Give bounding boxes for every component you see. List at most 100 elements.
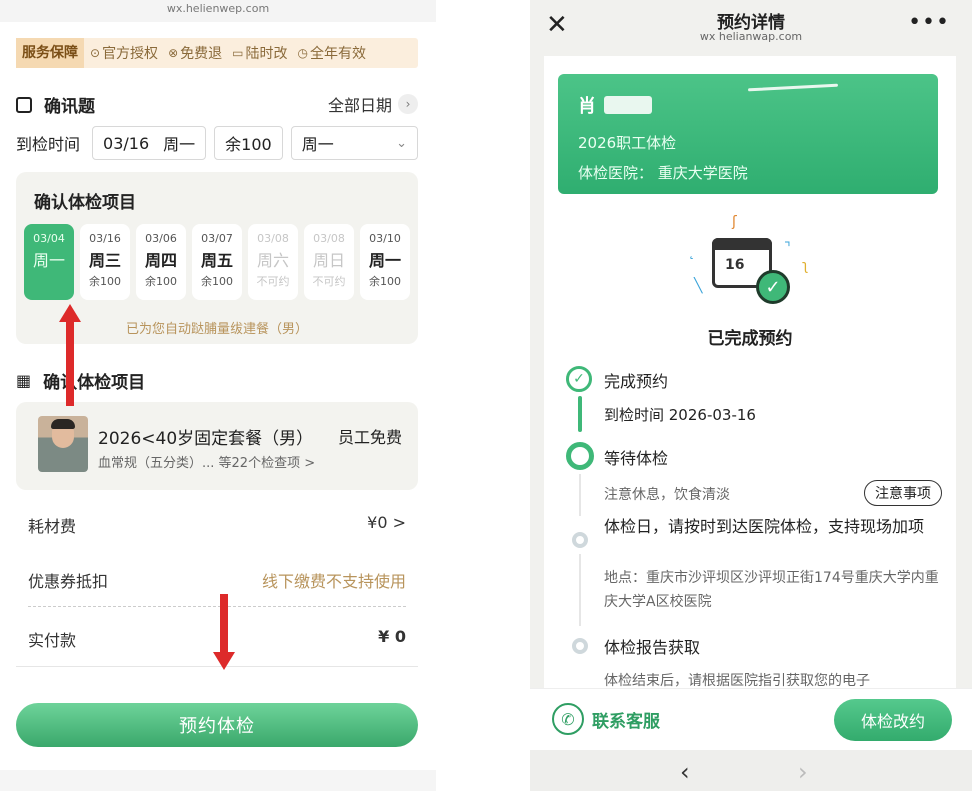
calendar-number: 16 bbox=[725, 257, 745, 273]
step-pending-icon bbox=[572, 638, 588, 654]
visit-date-field[interactable]: 03/16 周一 bbox=[92, 126, 207, 160]
day-option[interactable]: 03/10 周一 余100 bbox=[360, 224, 410, 300]
more-icon[interactable]: ••• bbox=[908, 10, 950, 35]
timeline-step-title: 体检日，请按时到达医院体检，支持现场加项 bbox=[604, 517, 925, 536]
chevron-right-icon: › bbox=[398, 94, 418, 114]
decorative-streak bbox=[747, 83, 839, 92]
package-tag: 员工免费 bbox=[337, 428, 402, 447]
booking-complete-illustration: ʃ ˛ ⌝ ʅ ╲ 16 ✓ bbox=[684, 214, 814, 324]
guarantee-item-change: ▭ 陆时改 bbox=[232, 43, 287, 63]
day-option: 03/08 周日不可约 bbox=[304, 224, 354, 300]
back-icon[interactable]: ‹ bbox=[680, 758, 690, 786]
day-date: 03/07 bbox=[201, 232, 233, 245]
all-dates-label: 全部日期 bbox=[327, 96, 392, 115]
guarantee-title: 服务保障 bbox=[16, 38, 84, 68]
weekday-select[interactable]: 周一 ⌄ bbox=[290, 126, 418, 160]
timeline-line bbox=[579, 554, 581, 626]
chevron-down-icon: ⌄ bbox=[396, 135, 407, 151]
contact-service-label: 联系客服 bbox=[592, 711, 660, 732]
weekday-select-value: 周一 bbox=[301, 135, 334, 154]
timeline-step-sub: 地点：重庆市沙评坝区沙评坝正街174号重庆大学内重庆大学A区校医院 bbox=[604, 570, 939, 610]
booking-summary-card: 肖 2026职工体检 体检医院： 重庆大学医院 bbox=[558, 74, 938, 194]
exam-plan: 2026职工体检 bbox=[578, 134, 677, 152]
step-active-icon bbox=[566, 442, 594, 470]
paid-amount-label: 实付款 bbox=[28, 631, 77, 650]
coupon-value: 线下缴费不支持使用 bbox=[261, 572, 406, 591]
spark-icon: ⌝ bbox=[784, 240, 791, 256]
day-date: 03/16 bbox=[89, 232, 121, 245]
notice-button[interactable]: 注意事项 bbox=[864, 480, 942, 506]
coupon-row: 优惠券抵扣 线下缴费不支持使用 bbox=[28, 568, 406, 592]
red-arrow-down-head bbox=[213, 652, 235, 670]
clock-icon: ◷ bbox=[297, 46, 308, 60]
reschedule-button[interactable]: 体检改约 bbox=[834, 699, 952, 741]
step-done-icon: ✓ bbox=[566, 366, 592, 392]
guarantee-label: 陆时改 bbox=[245, 46, 288, 62]
guarantee-item-refund: ⊗ 免费退 bbox=[168, 43, 222, 63]
booking-form-screen: wx.helienwep.com 服务保障 ⊙ 官方授权 ⊗ 免费退 ▭ 陆时改 ◷ 全… bbox=[0, 0, 436, 791]
timeline-step-title: 体检报告获取 bbox=[604, 638, 701, 657]
day-status: 余100 bbox=[369, 275, 401, 288]
book-exam-button[interactable]: 预约体检 bbox=[16, 703, 418, 747]
date-card-title: 确认体检项目 bbox=[34, 193, 136, 213]
day-weekday: 周日 bbox=[312, 251, 345, 270]
red-arrow-up bbox=[66, 320, 74, 406]
status-text: 已完成预约 bbox=[707, 329, 793, 349]
day-weekday: 周五 bbox=[200, 251, 233, 270]
spark-icon: ʃ bbox=[732, 214, 737, 230]
grid-icon: ▦ bbox=[16, 371, 32, 390]
timeline-step-title: 完成预约 bbox=[604, 372, 669, 391]
calendar-icon bbox=[16, 96, 32, 113]
visit-time-row: 到检时间 03/16 周一 余100 周一 ⌄ bbox=[16, 126, 418, 160]
spark-icon: ╲ bbox=[694, 278, 703, 294]
all-dates-link[interactable]: 全部日期 › bbox=[328, 92, 418, 116]
day-date: 03/10 bbox=[369, 232, 401, 245]
guarantee-label: 官方授权 bbox=[102, 46, 159, 62]
patient-name: 肖 bbox=[578, 92, 652, 118]
remaining-slots-value: 余100 bbox=[225, 135, 272, 154]
timeline-step-sub: 到检时间 2026-03-16 bbox=[604, 406, 756, 424]
patient-name-text: 肖 bbox=[578, 96, 596, 117]
url-label: wx.helienwep.com bbox=[166, 2, 270, 15]
visit-weekday-value: 周一 bbox=[163, 135, 196, 154]
check-icon: ✓ bbox=[756, 270, 790, 304]
day-option[interactable]: 03/16 周三余100 bbox=[80, 224, 130, 300]
package-card[interactable]: 2026<40岁固定套餐（男） 员工免费 血常规（五分类）... 等22个检查项… bbox=[16, 402, 418, 490]
step-pending-icon bbox=[572, 532, 588, 548]
package-detail-link[interactable]: 血常规（五分类）... 等22个检查项 > bbox=[98, 452, 315, 471]
detail-header: ✕ 预约详情 wx helianwap.com ••• bbox=[530, 0, 972, 56]
visit-time-label: 到检时间 bbox=[16, 135, 81, 154]
day-status: 余100 bbox=[89, 275, 121, 288]
forward-icon[interactable]: › bbox=[798, 758, 808, 786]
day-option: 03/08 周六 不可约 bbox=[248, 224, 298, 300]
day-option[interactable]: 03/07 周五余100 bbox=[192, 224, 242, 300]
guarantee-label: 免费退 bbox=[180, 46, 223, 62]
coupon-label: 优惠券抵扣 bbox=[28, 572, 109, 591]
section-title-text: 确认体检项目 bbox=[43, 373, 146, 393]
red-arrow-down bbox=[220, 594, 228, 654]
day-status: 不可约 bbox=[312, 275, 346, 288]
exam-hospital: 体检医院： 重庆大学医院 bbox=[578, 164, 748, 182]
visit-date-value: 03/16 bbox=[103, 133, 150, 153]
name-mask bbox=[604, 96, 652, 114]
detail-content: 肖 2026职工体检 体检医院： 重庆大学医院 ʃ ˛ ⌝ ʅ ╲ 16 ✓ 已… bbox=[544, 56, 956, 689]
contact-service-button[interactable]: ✆ 联系客服 bbox=[552, 703, 660, 735]
day-weekday: 周三 bbox=[88, 251, 121, 270]
day-date: 03/08 bbox=[313, 232, 345, 245]
date-section-title: 确讯题 bbox=[16, 92, 95, 117]
guarantee-label: 全年有效 bbox=[309, 46, 366, 62]
remaining-slots-field: 余100 bbox=[214, 126, 283, 160]
paid-amount-value: ¥ 0 bbox=[378, 627, 406, 646]
guarantee-item-valid: ◷ 全年有效 bbox=[297, 43, 365, 63]
material-fee-row[interactable]: 耗材费 ¥0 > bbox=[28, 513, 406, 537]
day-status: 余100 bbox=[201, 275, 233, 288]
spark-icon: ˛ bbox=[688, 244, 695, 260]
day-option[interactable]: 03/06 周四 余100 bbox=[136, 224, 186, 300]
phone-icon: ✆ bbox=[552, 703, 584, 735]
calendar-icon: ▭ bbox=[232, 46, 244, 60]
day-status: 余100 bbox=[145, 275, 177, 288]
paid-amount-row: 实付款 ¥ 0 bbox=[28, 627, 406, 651]
material-fee-label: 耗材费 bbox=[28, 517, 77, 536]
timeline-line bbox=[579, 474, 581, 516]
day-option[interactable]: 03/04 周一 bbox=[24, 224, 74, 300]
